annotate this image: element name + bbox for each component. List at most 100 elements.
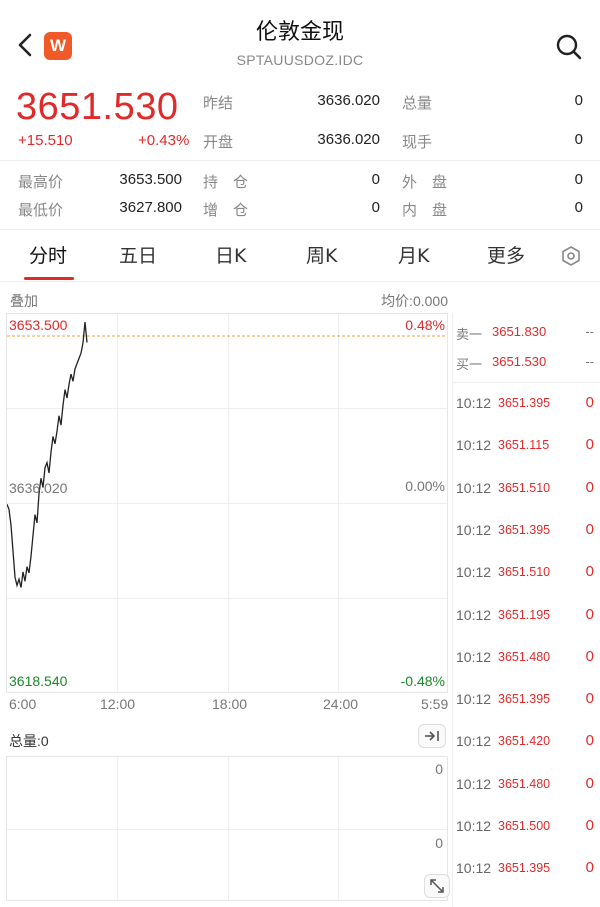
tick-volume: 0 <box>585 478 594 496</box>
settings-button[interactable] <box>559 244 583 268</box>
intraday-chart[interactable]: 3653.500 0.48% 3636.020 0.00% 3618.540 -… <box>6 313 448 693</box>
x-label: 12:00 <box>100 696 136 712</box>
orderbook-ask-row: 卖一 3651.830 -- <box>456 322 596 346</box>
search-button[interactable] <box>554 32 584 62</box>
tick-row: 10:12 3651.195 0 <box>456 604 596 628</box>
volume-total-label: 总量:0 <box>9 733 49 749</box>
tick-volume: 0 <box>585 774 594 792</box>
orderbook-bid-row: 买一 3651.530 -- <box>456 352 596 376</box>
high-value: 3653.500 <box>119 171 182 188</box>
tick-time: 10:12 <box>456 818 492 834</box>
tab-more[interactable]: 更多 <box>487 241 525 268</box>
ask-volume: -- <box>585 324 594 339</box>
current-lot-value: 0 <box>574 131 583 148</box>
total-volume-value: 0 <box>574 92 583 109</box>
high-label: 最高价 <box>18 173 64 191</box>
x-label: 18:00 <box>212 696 248 712</box>
tick-row: 10:12 3651.500 0 <box>456 815 596 839</box>
y-bottom-price: 3618.540 <box>9 673 68 689</box>
tick-volume: 0 <box>585 520 594 538</box>
symbol-code: SPTAUUSDOZ.IDC <box>236 52 364 68</box>
tab-weekly-k[interactable]: 周K <box>306 241 337 268</box>
tick-time: 10:12 <box>456 521 492 538</box>
jump-end-icon <box>425 731 439 741</box>
price-change: +15.510 <box>18 132 73 149</box>
tick-row: 10:12 3651.420 0 <box>456 730 596 754</box>
grid-line <box>7 829 447 830</box>
divider <box>452 382 600 383</box>
x-label: 6:00 <box>9 696 37 712</box>
ask-price: 3651.830 <box>492 324 547 339</box>
tick-time: 10:12 <box>456 860 492 877</box>
last-price: 3651.530 <box>16 86 179 128</box>
tick-time: 10:12 <box>456 733 492 750</box>
tick-row: 10:12 3651.480 0 <box>456 773 596 797</box>
outer-label: 外 盘 <box>402 173 448 191</box>
open-value: 3636.020 <box>317 131 380 148</box>
tick-price: 3651.395 <box>498 692 551 707</box>
hexagon-settings-icon <box>562 246 580 266</box>
tick-volume: 0 <box>585 859 594 877</box>
fullscreen-button[interactable] <box>424 874 450 898</box>
price-line-svg <box>7 321 447 588</box>
active-tab-indicator <box>24 277 74 280</box>
tick-time: 10:12 <box>456 606 492 623</box>
tick-time: 10:12 <box>456 691 492 708</box>
jump-to-end-button[interactable] <box>418 724 446 748</box>
tick-row: 10:12 3651.395 0 <box>456 392 596 416</box>
tick-price: 3651.480 <box>498 649 551 664</box>
tick-row: 10:12 3651.510 0 <box>456 477 596 501</box>
oi-change-label: 增 仓 <box>203 201 249 219</box>
prev-settle-label: 昨结 <box>203 94 234 112</box>
tick-volume: 0 <box>585 436 594 454</box>
tick-price: 3651.395 <box>498 396 551 410</box>
tab-intraday[interactable]: 分时 <box>29 241 67 268</box>
tick-row: 10:12 3651.395 0 <box>456 519 596 543</box>
inner-value: 0 <box>574 199 583 216</box>
open-interest-value: 0 <box>371 171 380 188</box>
tick-price: 3651.510 <box>498 565 551 580</box>
tick-volume: 0 <box>585 605 594 623</box>
tick-row: 10:12 3651.480 0 <box>456 646 596 670</box>
tick-volume: 0 <box>585 563 594 581</box>
search-icon <box>556 34 582 60</box>
low-label: 最低价 <box>18 201 64 219</box>
tick-volume: 0 <box>585 732 594 750</box>
tick-time: 10:12 <box>456 479 492 496</box>
prev-settle-value: 3636.020 <box>317 92 380 109</box>
divider <box>0 229 600 230</box>
ask-label: 卖一 <box>456 327 483 342</box>
y-mid-pct: 0.00% <box>405 478 445 494</box>
page-title: 伦敦金现 <box>255 20 344 45</box>
vol-y-top: 0 <box>435 761 443 777</box>
tick-time: 10:12 <box>456 437 492 454</box>
tick-price: 3651.420 <box>498 734 551 749</box>
tick-row: 10:12 3651.395 0 <box>456 688 596 712</box>
outer-value: 0 <box>574 171 583 188</box>
open-label: 开盘 <box>203 133 234 151</box>
y-top-pct: 0.48% <box>405 317 445 333</box>
volume-chart[interactable]: 0 0 <box>6 756 448 901</box>
tick-volume: 0 <box>585 394 594 411</box>
tick-row: 10:12 3651.395 0 <box>456 857 596 881</box>
tab-daily-k[interactable]: 日K <box>215 241 246 268</box>
tick-time: 10:12 <box>456 564 492 581</box>
overlay-button[interactable]: 叠加 <box>10 291 38 311</box>
x-label: 5:59 <box>421 696 449 712</box>
tab-monthly-k[interactable]: 月K <box>398 241 429 268</box>
tick-volume: 0 <box>585 647 594 665</box>
tick-volume: 0 <box>585 690 594 708</box>
tick-row: 10:12 3651.115 0 <box>456 434 596 458</box>
oi-change-value: 0 <box>371 199 380 216</box>
side-divider <box>452 313 453 907</box>
current-lot-label: 现手 <box>402 133 433 151</box>
tick-time: 10:12 <box>456 395 492 411</box>
vol-y-mid: 0 <box>435 835 443 851</box>
tick-price: 3651.480 <box>498 776 551 791</box>
y-top-price: 3653.500 <box>9 317 68 333</box>
price-line <box>7 321 88 588</box>
tick-price: 3651.500 <box>498 819 551 833</box>
bid-price: 3651.530 <box>492 354 547 369</box>
total-volume-label: 总量 <box>402 94 433 112</box>
tab-five-day[interactable]: 五日 <box>119 241 157 268</box>
